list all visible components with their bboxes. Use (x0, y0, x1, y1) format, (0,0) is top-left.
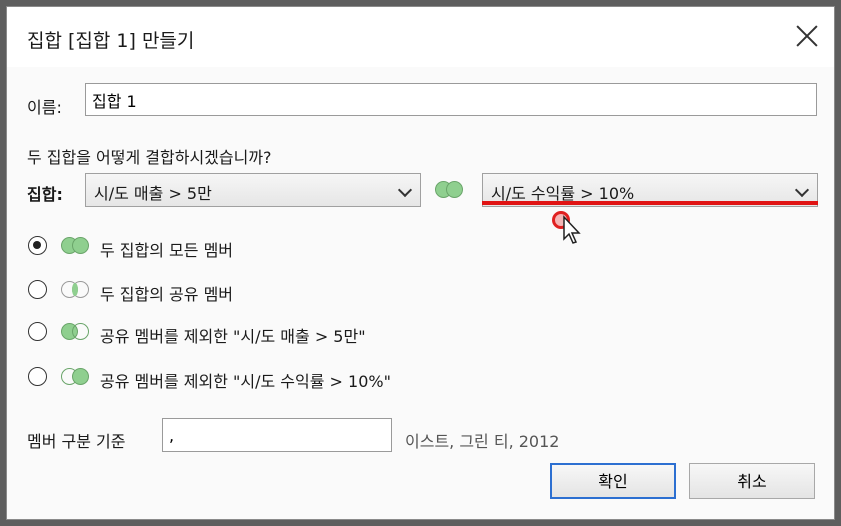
venn-intersection-icon (60, 280, 90, 300)
option-label: 공유 멤버를 제외한 "시/도 수익률 > 10%" (100, 372, 391, 391)
name-input[interactable] (85, 83, 817, 116)
separator-input[interactable] (162, 418, 392, 452)
radio-left-only[interactable] (28, 322, 47, 341)
left-set-value: 시/도 매출 > 5만 (94, 184, 212, 203)
separator-label: 멤버 구분 기준 (27, 432, 126, 451)
highlight-underline (482, 201, 818, 205)
separator-example: 이스트, 그린 티, 2012 (405, 432, 560, 451)
name-label: 이름: (27, 98, 62, 117)
mouse-cursor-icon (563, 215, 581, 244)
chevron-down-icon (397, 182, 413, 198)
radio-right-only[interactable] (28, 367, 47, 386)
ok-button[interactable]: 확인 (550, 463, 676, 499)
radio-all-members[interactable] (28, 236, 47, 255)
option-label: 공유 멤버를 제외한 "시/도 매출 > 5만" (100, 327, 366, 346)
venn-left-only-icon (60, 322, 90, 342)
venn-right-only-icon (60, 367, 90, 387)
venn-union-icon (434, 180, 464, 200)
left-set-select[interactable]: 시/도 매출 > 5만 (85, 173, 421, 207)
create-set-dialog: 집합 [집합 1] 만들기 이름: 두 집합을 어떻게 결합하시겠습니까? 집합… (6, 6, 835, 520)
close-icon[interactable] (792, 21, 822, 51)
combine-question: 두 집합을 어떻게 결합하시겠습니까? (27, 148, 272, 167)
chevron-down-icon (794, 182, 810, 198)
dialog-title: 집합 [집합 1] 만들기 (27, 30, 195, 52)
sets-label: 집합: (27, 185, 63, 204)
cancel-button[interactable]: 취소 (689, 463, 815, 499)
radio-shared-members[interactable] (28, 280, 47, 299)
option-label: 두 집합의 모든 멤버 (100, 241, 234, 260)
venn-union-icon (60, 236, 90, 256)
option-label: 두 집합의 공유 멤버 (100, 285, 234, 304)
title-bar: 집합 [집합 1] 만들기 (7, 7, 834, 67)
